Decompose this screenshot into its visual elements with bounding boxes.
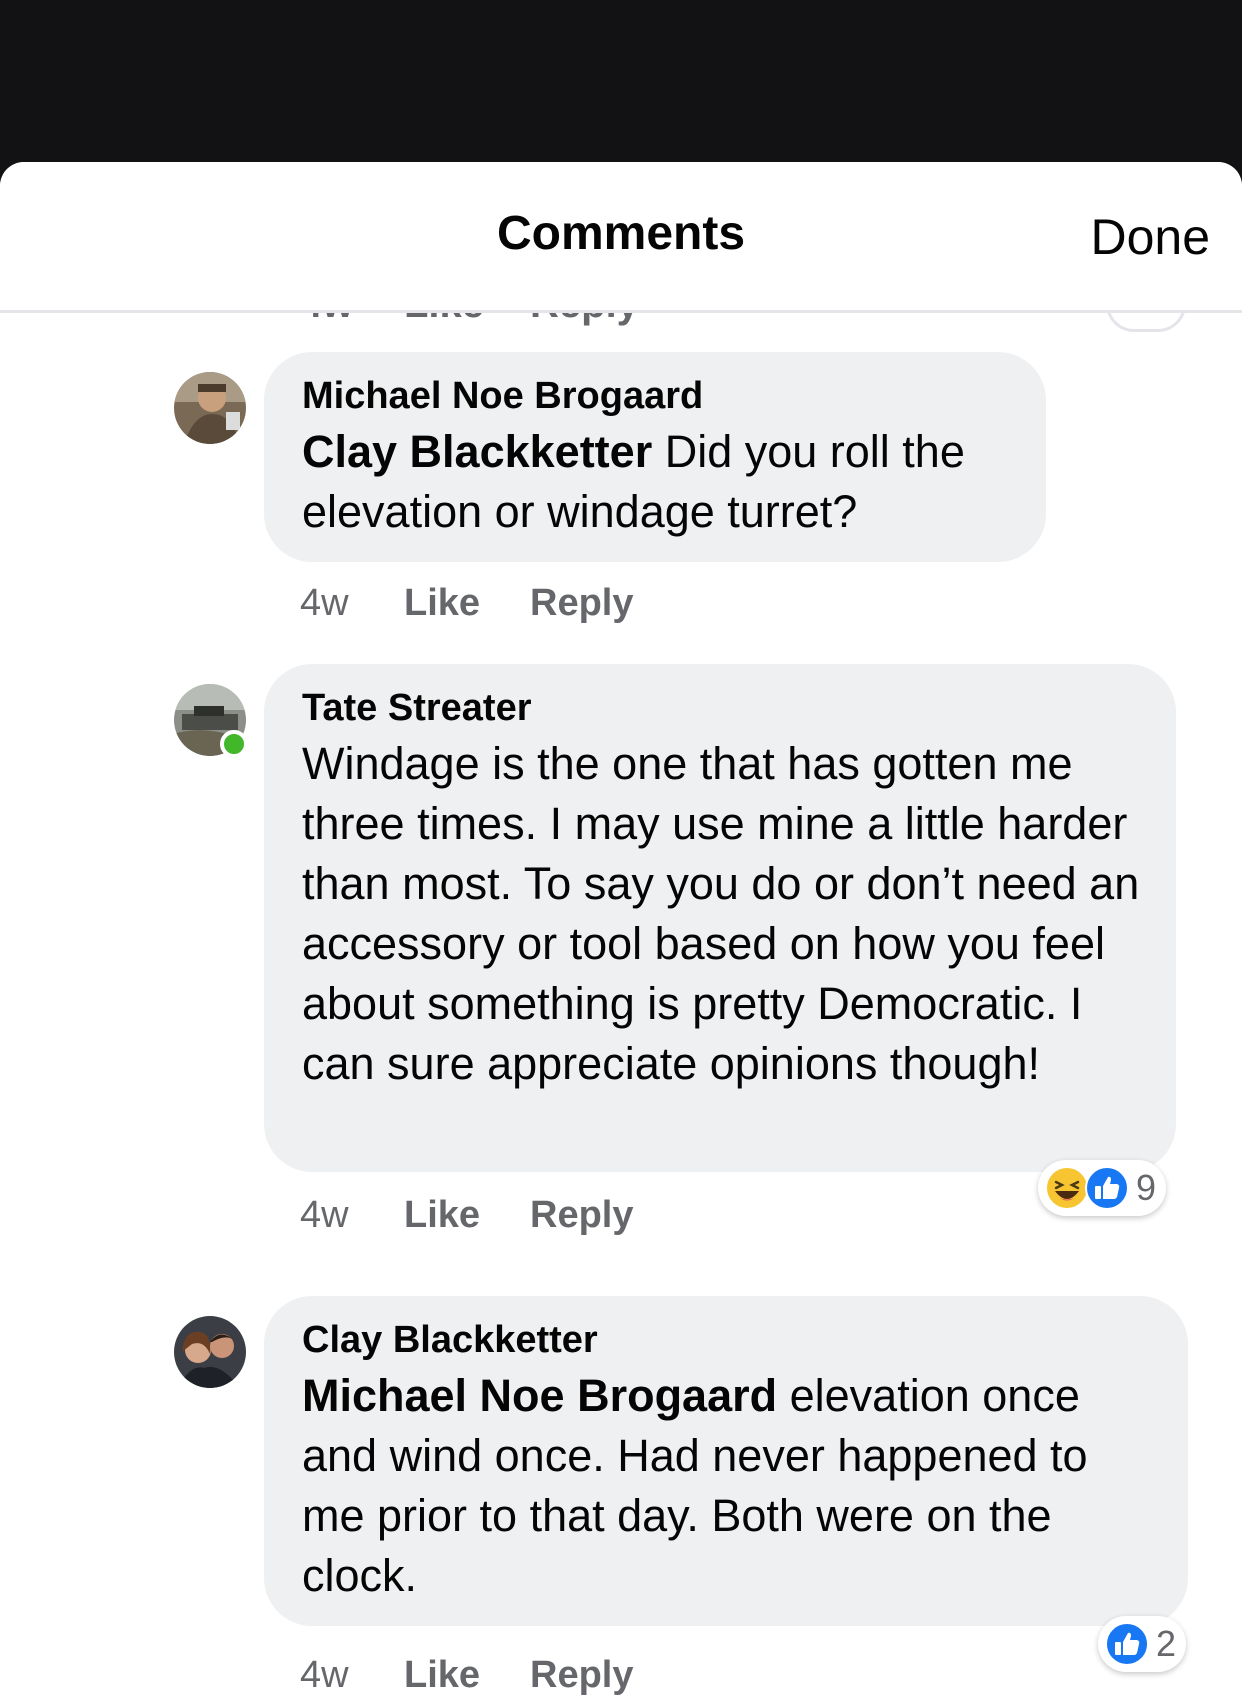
comments-header: Comments Done — [0, 162, 1242, 313]
avatar[interactable] — [174, 1316, 246, 1388]
reactions-summary[interactable]: 9 — [1038, 1160, 1167, 1216]
comment-time: 4w — [300, 1194, 349, 1236]
comment-time: 4w — [300, 582, 349, 624]
online-status-indicator — [220, 730, 248, 758]
comment-actions: 4w Like Reply — [300, 1194, 633, 1237]
reply-button[interactable]: Reply — [530, 1654, 633, 1697]
reaction-count: 9 — [1136, 1167, 1157, 1208]
comment-text: Windage is the one that has gotten me th… — [302, 738, 1140, 1089]
like-icon — [1105, 1622, 1149, 1666]
reactions-summary[interactable]: 2 — [1098, 1616, 1187, 1672]
comment-actions: 4w Like Reply — [300, 582, 633, 625]
comment-author[interactable]: Clay Blackketter — [302, 1318, 1152, 1362]
comment-time: 4w — [300, 1654, 349, 1696]
avatar[interactable] — [174, 372, 246, 444]
reaction-count: 2 — [1156, 1623, 1177, 1664]
comment-text: Michael Noe Brogaard elevation once and … — [302, 1366, 1152, 1606]
comment-bubble: Tate Streater Windage is the one that ha… — [264, 664, 1176, 1172]
previous-comment-meta: 4w Like Reply — [0, 310, 1242, 334]
reply-button[interactable]: Reply — [530, 1194, 633, 1237]
page-title: Comments — [496, 207, 746, 260]
comment-actions: 4w Like Reply — [300, 1654, 633, 1697]
like-button[interactable]: Like — [404, 1194, 530, 1237]
comment-bubble: Clay Blackketter Michael Noe Brogaard el… — [264, 1296, 1188, 1626]
like-button[interactable]: Like — [404, 582, 530, 625]
mention-link[interactable]: Clay Blackketter — [302, 426, 652, 477]
comment-text: Clay Blackketter Did you roll the elevat… — [302, 422, 1010, 542]
mention-link[interactable]: Michael Noe Brogaard — [302, 1370, 777, 1421]
avatar[interactable] — [174, 684, 248, 758]
like-button[interactable]: Like — [404, 1654, 530, 1697]
comment-author[interactable]: Michael Noe Brogaard — [302, 374, 1010, 418]
like-icon — [1085, 1166, 1129, 1210]
comments-sheet: Comments Done 4w Like Reply Michael Noe … — [0, 162, 1242, 1706]
comment-bubble: Michael Noe Brogaard Clay Blackketter Di… — [264, 352, 1046, 562]
done-button[interactable]: Done — [1090, 208, 1210, 266]
reply-button[interactable]: Reply — [530, 582, 633, 625]
peek-reactions — [1106, 310, 1186, 332]
comment-author[interactable]: Tate Streater — [302, 686, 1140, 730]
